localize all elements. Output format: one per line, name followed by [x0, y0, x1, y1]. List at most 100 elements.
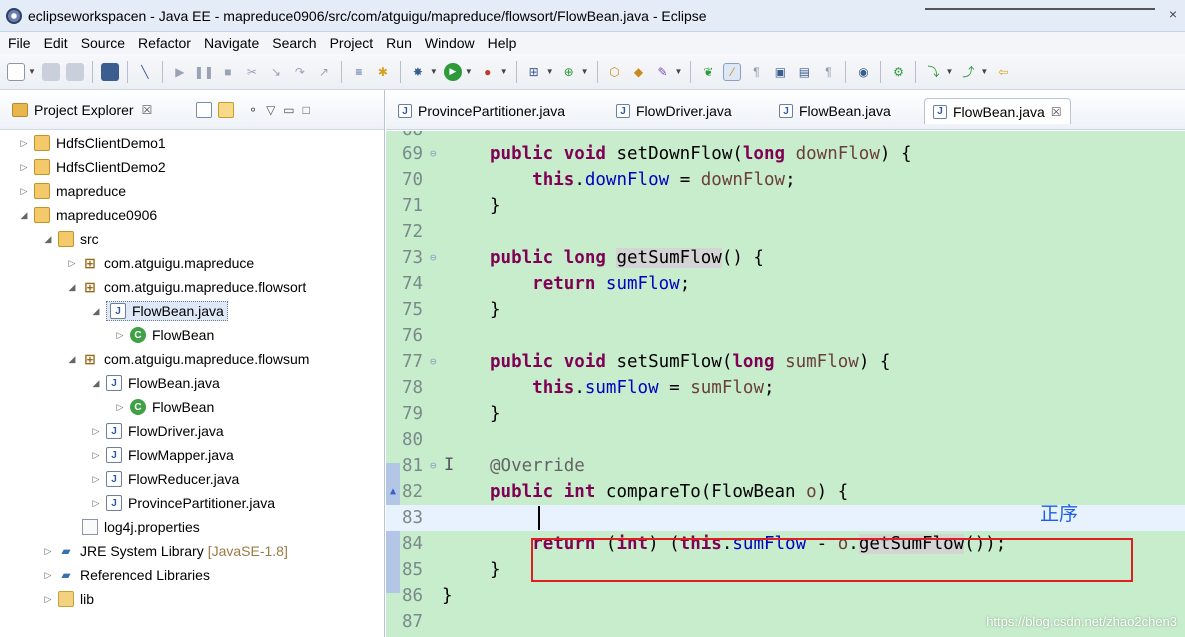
tree-item-flowbean-class[interactable]: ▷ C FlowBean — [114, 324, 214, 346]
step-into-icon[interactable]: ↘ — [267, 63, 285, 81]
tree-item-hdfsclientdemo2[interactable]: ▷ HdfsClientDemo2 — [18, 156, 166, 178]
new-java-project-icon[interactable]: ⊞ — [525, 63, 543, 81]
expand-arrow-icon[interactable]: ▷ — [90, 474, 102, 485]
save-all-icon[interactable] — [65, 62, 84, 81]
menu-project[interactable]: Project — [330, 35, 374, 51]
show-whitespace-icon[interactable]: ¶ — [747, 63, 765, 81]
tree-item-flowbean-class[interactable]: ▷ C FlowBean — [114, 396, 214, 418]
expand-arrow-icon[interactable]: ▷ — [42, 546, 54, 557]
window-close-icon[interactable]: × — [1169, 6, 1177, 22]
fold-icon[interactable]: ⊖ — [430, 349, 437, 375]
resume-icon[interactable]: ▶ — [171, 63, 189, 81]
web-browser-icon[interactable]: ◉ — [854, 63, 872, 81]
next-annotation-icon[interactable]: ⤵ — [924, 63, 942, 81]
terminate-icon[interactable]: ■ — [219, 63, 237, 81]
chevron-down-icon[interactable]: ▼ — [945, 67, 953, 76]
terminal-icon[interactable] — [100, 62, 119, 81]
debug-icon[interactable]: ✸ — [409, 63, 427, 81]
expand-arrow-icon[interactable]: ▷ — [42, 594, 54, 605]
paragraph-icon[interactable]: ¶ — [819, 63, 837, 81]
expand-arrow-icon[interactable]: ▷ — [114, 402, 126, 413]
collapse-arrow-icon[interactable]: ◢ — [18, 210, 30, 221]
menu-edit[interactable]: Edit — [44, 35, 68, 51]
mark-occurrences-icon[interactable]: ⁄ — [723, 62, 742, 81]
tree-item-package-flowsort[interactable]: ◢ ⊞ com.atguigu.mapreduce.flowsort — [66, 276, 307, 298]
expand-arrow-icon[interactable]: ▷ — [90, 498, 102, 509]
expand-arrow-icon[interactable]: ▷ — [66, 258, 78, 269]
focus-icon[interactable]: ⚬ — [248, 103, 258, 117]
chevron-down-icon[interactable]: ▼ — [465, 67, 473, 76]
maximize-icon[interactable]: □ — [303, 103, 310, 117]
minimize-icon[interactable]: ▭ — [283, 103, 294, 117]
step-return-icon[interactable]: ↗ — [315, 63, 333, 81]
disconnect-icon[interactable]: ✂ — [243, 63, 261, 81]
tree-item-mapreduce[interactable]: ▷ mapreduce — [18, 180, 126, 202]
menu-refactor[interactable]: Refactor — [138, 35, 191, 51]
code-editor[interactable]: 68 69⊖public void setDownFlow(long downF… — [386, 131, 1185, 637]
tree-item-flowmapper-java[interactable]: ▷ J FlowMapper.java — [90, 444, 234, 466]
build-icon[interactable]: ✱ — [374, 63, 392, 81]
collapse-arrow-icon[interactable]: ◢ — [42, 234, 54, 245]
step-over-icon[interactable]: ↷ — [291, 63, 309, 81]
breadcrumb-icon[interactable]: ▣ — [771, 63, 789, 81]
tab-provincepartitioner[interactable]: J ProvincePartitioner.java — [390, 98, 565, 124]
back-icon[interactable]: ⇦ — [994, 63, 1012, 81]
link-with-editor-icon[interactable] — [218, 102, 234, 118]
tree-item-flowbean-java[interactable]: ◢ J FlowBean.java — [90, 372, 220, 394]
pin-icon[interactable]: ❦ — [699, 63, 717, 81]
tree-item-referenced-libraries[interactable]: ▷ ▰ Referenced Libraries — [42, 564, 210, 586]
chevron-down-icon[interactable]: ▼ — [675, 67, 683, 76]
menu-run[interactable]: Run — [386, 35, 412, 51]
override-marker-icon[interactable]: ▲ — [390, 479, 396, 505]
fold-icon[interactable]: ⊖ — [430, 245, 437, 271]
tree-item-package-flowsum[interactable]: ◢ ⊞ com.atguigu.mapreduce.flowsum — [66, 348, 310, 370]
expand-arrow-icon[interactable]: ▷ — [42, 570, 54, 581]
run-icon[interactable]: ▶ — [443, 62, 462, 81]
chevron-down-icon[interactable]: ▼ — [546, 67, 554, 76]
collapse-arrow-icon[interactable]: ◢ — [90, 306, 102, 317]
collapse-arrow-icon[interactable]: ◢ — [66, 354, 78, 365]
tree-item-log4j-properties[interactable]: log4j.properties — [82, 516, 200, 538]
explorer-close-icon[interactable]: ☒ — [142, 103, 153, 117]
tree-item-mapreduce0906[interactable]: ◢ mapreduce0906 — [18, 204, 157, 226]
tree-item-flowreducer-java[interactable]: ▷ J FlowReducer.java — [90, 468, 239, 490]
prev-annotation-icon[interactable]: ⤴ — [959, 63, 977, 81]
skip-breakpoints-icon[interactable]: ╲ — [136, 63, 154, 81]
chevron-down-icon[interactable]: ▼ — [500, 67, 508, 76]
chevron-down-icon[interactable]: ▼ — [581, 67, 589, 76]
save-icon[interactable] — [41, 62, 60, 81]
chevron-down-icon[interactable]: ▼ — [980, 67, 988, 76]
tab-flowdriver[interactable]: J FlowDriver.java — [608, 98, 732, 124]
collapse-arrow-icon[interactable]: ◢ — [66, 282, 78, 293]
new-class-icon[interactable]: ⊕ — [560, 63, 578, 81]
tree-item-src[interactable]: ◢ src — [42, 228, 99, 250]
fold-icon[interactable]: ⊖ — [430, 453, 437, 479]
menu-navigate[interactable]: Navigate — [204, 35, 259, 51]
tree-item-provincepartitioner-java[interactable]: ▷ J ProvincePartitioner.java — [90, 492, 275, 514]
expand-arrow-icon[interactable]: ▷ — [18, 186, 30, 197]
tab-close-icon[interactable]: ☒ — [1051, 105, 1062, 119]
block-select-icon[interactable]: ▤ — [795, 63, 813, 81]
tree-item-hdfsclientdemo1[interactable]: ▷ HdfsClientDemo1 — [18, 132, 166, 154]
server-icon[interactable]: ⚙ — [889, 63, 907, 81]
open-type-icon[interactable]: ⬡ — [606, 63, 624, 81]
tree-item-flowbean-java-selected[interactable]: ◢ J FlowBean.java — [90, 300, 228, 322]
chevron-down-icon[interactable]: ▼ — [430, 67, 438, 76]
selected-item-box[interactable]: J FlowBean.java — [106, 301, 228, 321]
fold-icon[interactable]: ⊖ — [430, 141, 437, 167]
tree-item-jre-system-library[interactable]: ▷ ▰ JRE System Library [JavaSE-1.8] — [42, 540, 288, 562]
menu-window[interactable]: Window — [425, 35, 475, 51]
search-icon[interactable]: ✎ — [654, 63, 672, 81]
tree-item-package-mapreduce[interactable]: ▷ ⊞ com.atguigu.mapreduce — [66, 252, 255, 274]
menu-source[interactable]: Source — [81, 35, 125, 51]
tab-flowbean-active[interactable]: J FlowBean.java ☒ — [924, 98, 1071, 124]
new-icon[interactable] — [7, 62, 25, 81]
suspend-icon[interactable]: ❚❚ — [194, 63, 214, 81]
menu-search[interactable]: Search — [272, 35, 316, 51]
menu-file[interactable]: File — [8, 35, 31, 51]
collapse-arrow-icon[interactable]: ◢ — [90, 378, 102, 389]
external-tools-icon[interactable]: ● — [479, 63, 497, 81]
expand-arrow-icon[interactable]: ▷ — [114, 330, 126, 341]
tree-item-lib-folder[interactable]: ▷ lib — [42, 588, 94, 610]
explorer-title[interactable]: Project Explorer — [34, 102, 134, 118]
